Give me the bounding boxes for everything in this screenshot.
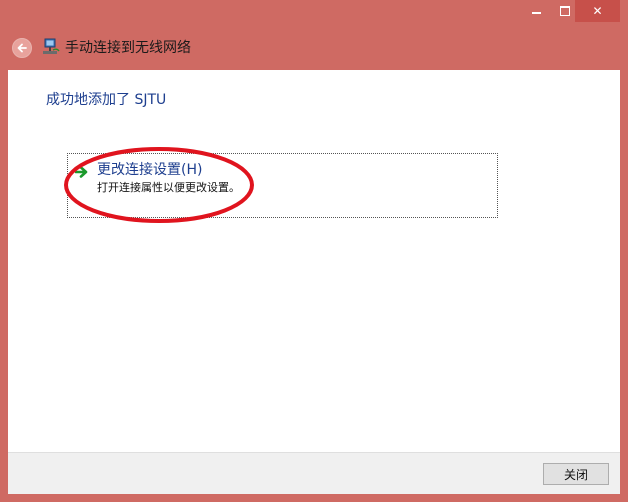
close-button[interactable]: 关闭 (543, 463, 609, 485)
content-panel: 成功地添加了 SJTU 更改连接设置(H) 打开连接属性以便更改设置。 (8, 70, 620, 452)
maximize-button[interactable] (555, 0, 575, 22)
minimize-icon (531, 12, 541, 14)
network-icon (43, 38, 60, 54)
change-settings-title[interactable]: 更改连接设置(H) (97, 161, 202, 179)
back-arrow-icon (17, 43, 27, 53)
window-title: 手动连接到无线网络 (65, 40, 191, 56)
close-icon: ✕ (592, 4, 603, 18)
maximize-icon (560, 6, 570, 16)
back-button[interactable] (12, 38, 32, 58)
change-settings-description: 打开连接属性以便更改设置。 (97, 181, 240, 194)
success-message: 成功地添加了 SJTU (46, 92, 167, 108)
footer-bar: 关闭 (8, 452, 620, 494)
minimize-button[interactable] (526, 0, 546, 22)
window-close-button[interactable]: ✕ (575, 0, 620, 22)
green-arrow-icon (75, 166, 88, 178)
wizard-window: ✕ 手动连接到无线网络 成功地添加了 SJTU 更改连接设置(H) 打开连接属性… (0, 0, 628, 502)
